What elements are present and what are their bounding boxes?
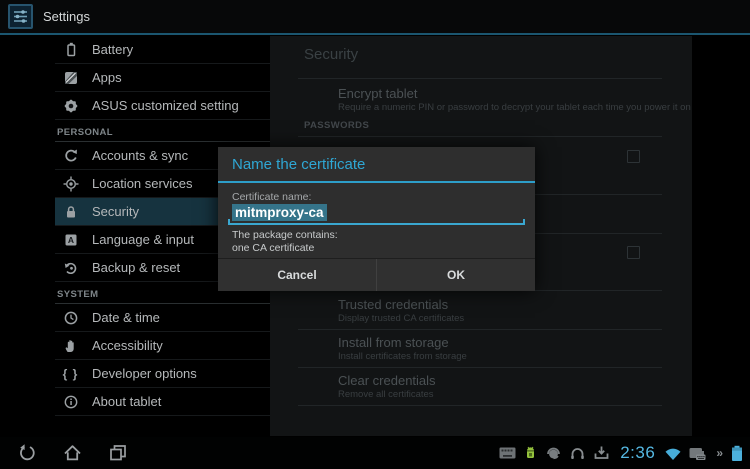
headphones-icon — [569, 445, 586, 461]
sidebar-item-asus-customized-setting[interactable]: ASUS customized setting — [55, 92, 270, 120]
wifi-icon — [664, 446, 682, 461]
sidebar-item-developer-options[interactable]: { } Developer options — [55, 360, 270, 388]
battery-icon — [62, 41, 79, 58]
clock: 2:36 — [620, 443, 655, 463]
sync-icon — [62, 147, 79, 164]
setting-subtitle: Require a numeric PIN or password to dec… — [338, 102, 691, 113]
chevrons-icon: » — [716, 446, 723, 460]
cancel-button[interactable]: Cancel — [218, 259, 377, 291]
package-contains-line: The package contains: — [232, 229, 338, 241]
sidebar-label: About tablet — [92, 394, 161, 409]
sidebar-section-personal: PERSONAL — [55, 120, 270, 142]
status-tray[interactable]: 2:36 » — [499, 437, 744, 469]
battery-status-icon — [730, 445, 744, 462]
backup-icon — [62, 259, 79, 276]
sidebar-label: Security — [92, 204, 139, 219]
clock-icon — [62, 309, 79, 326]
dialog-title: Name the certificate — [232, 156, 365, 173]
sidebar-item-apps[interactable]: Apps — [55, 64, 270, 92]
download-tray-icon — [593, 445, 610, 461]
sidebar-label: Language & input — [92, 232, 194, 247]
home-icon — [62, 443, 83, 463]
sidebar-label: Accessibility — [92, 338, 163, 353]
apps-icon — [62, 69, 79, 86]
action-bar: Settings — [0, 0, 750, 35]
home-button[interactable] — [57, 441, 87, 465]
setting-subtitle: Install certificates from storage — [338, 351, 467, 362]
back-icon — [17, 443, 37, 463]
recents-button[interactable] — [103, 441, 133, 465]
android-debug-icon — [523, 445, 538, 461]
sidebar-label: Location services — [92, 176, 192, 191]
divider — [298, 78, 662, 79]
checkbox[interactable] — [627, 150, 640, 163]
name-certificate-dialog: Name the certificate Certificate name: m… — [218, 147, 535, 291]
back-button[interactable] — [12, 441, 42, 465]
sidebar-item-date-time[interactable]: Date & time — [55, 304, 270, 332]
setting-subtitle: Remove all certificates — [338, 389, 434, 400]
section-header-passwords: PASSWORDS — [304, 120, 369, 131]
certificate-name-input[interactable]: mitmproxy-ca — [228, 203, 525, 225]
setting-title: Clear credentials — [338, 373, 436, 388]
ok-button[interactable]: OK — [377, 259, 535, 291]
divider — [298, 136, 662, 137]
sidebar-label: Developer options — [92, 366, 197, 381]
divider — [298, 329, 662, 330]
language-icon: A — [62, 231, 79, 248]
gear-icon — [62, 97, 79, 114]
checkbox[interactable] — [627, 246, 640, 259]
sidebar-label: Battery — [92, 42, 133, 57]
sidebar-label: ASUS customized setting — [92, 98, 239, 113]
sidebar-item-about-tablet[interactable]: About tablet — [55, 388, 270, 416]
page-title: Security — [304, 46, 358, 63]
settings-app-icon — [8, 4, 33, 29]
dialog-title-bar: Name the certificate — [218, 147, 535, 183]
setting-title: Trusted credentials — [338, 297, 448, 312]
accessibility-hand-icon — [62, 337, 79, 354]
sidebar-label: Apps — [92, 70, 122, 85]
headset-icon — [545, 445, 562, 461]
developer-braces-icon: { } — [62, 365, 79, 382]
location-icon — [62, 175, 79, 192]
certificate-name-value: mitmproxy-ca — [232, 204, 327, 221]
setting-title: Install from storage — [338, 335, 449, 350]
sidebar-item-battery[interactable]: Battery — [55, 36, 270, 64]
divider — [298, 367, 662, 368]
system-bar: 2:36 » — [0, 437, 750, 469]
svg-text:A: A — [67, 235, 73, 245]
input-underline — [228, 223, 525, 225]
app-title: Settings — [43, 9, 90, 24]
package-contents-line: one CA certificate — [232, 242, 314, 254]
sliders-glyph — [12, 8, 29, 25]
lock-icon — [62, 203, 79, 220]
setting-subtitle: Display trusted CA certificates — [338, 313, 464, 324]
sidebar-label: Date & time — [92, 310, 160, 325]
dock-battery-icon — [689, 446, 709, 461]
sidebar-label: Accounts & sync — [92, 148, 188, 163]
divider — [298, 405, 662, 406]
setting-title: Encrypt tablet — [338, 86, 418, 101]
info-icon — [62, 393, 79, 410]
recents-icon — [108, 443, 128, 463]
sidebar-item-accessibility[interactable]: Accessibility — [55, 332, 270, 360]
dialog-button-bar: Cancel OK — [218, 258, 535, 291]
certificate-name-label: Certificate name: — [232, 191, 311, 203]
keyboard-icon — [499, 447, 516, 459]
sidebar-label: Backup & reset — [92, 260, 180, 275]
screen: Settings Battery Apps ASUS customized se… — [0, 0, 750, 469]
